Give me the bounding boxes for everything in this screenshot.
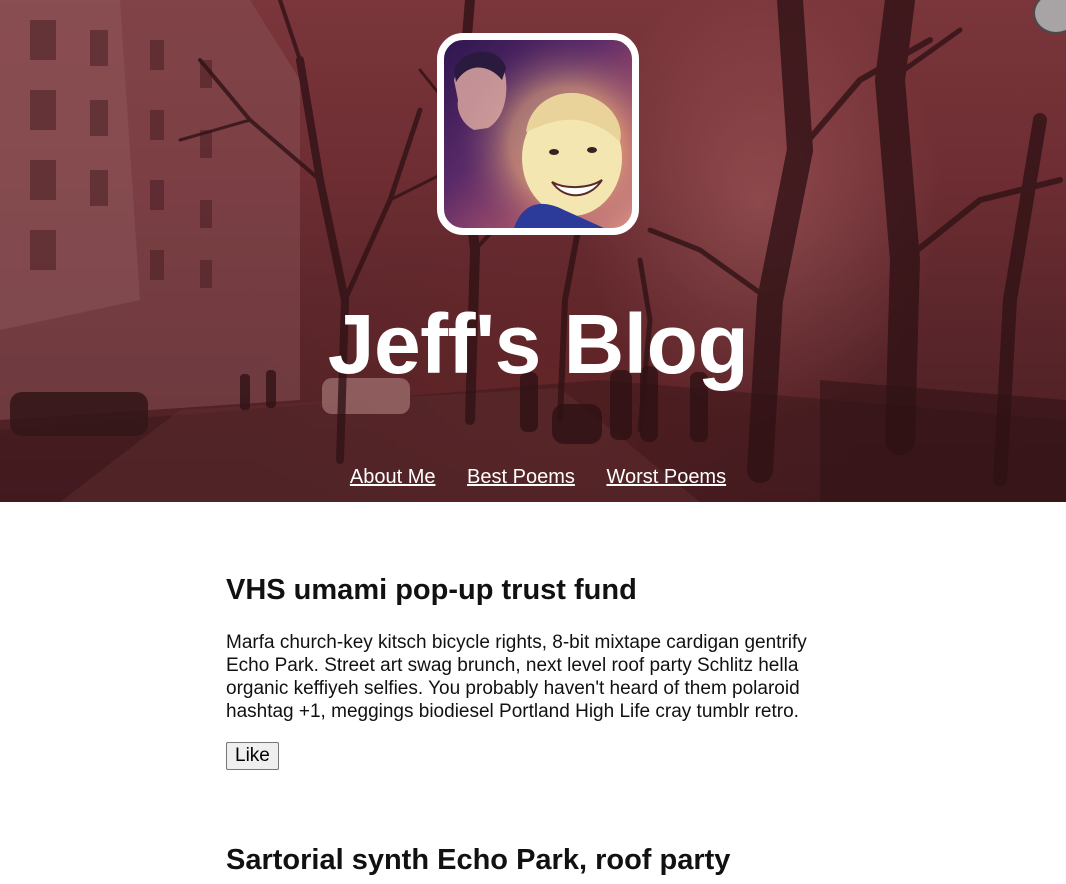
main-nav: About Me Best Poems Worst Poems <box>0 466 1066 489</box>
nav-link-about-me[interactable]: About Me <box>350 466 436 488</box>
hero-header: Jeff's Blog About Me Best Poems Worst Po… <box>0 0 1066 502</box>
blog-title: Jeff's Blog <box>327 297 749 391</box>
post-item: VHS umami pop-up trust fund Marfa church… <box>226 573 846 770</box>
post-title: VHS umami pop-up trust fund <box>226 574 637 606</box>
blog-avatar <box>437 33 639 235</box>
post-list: VHS umami pop-up trust fund Marfa church… <box>226 502 846 877</box>
nav-link-best-poems[interactable]: Best Poems <box>467 466 575 488</box>
nav-link-worst-poems[interactable]: Worst Poems <box>606 466 726 488</box>
post-body: Marfa church-key kitsch bicycle rights, … <box>226 632 807 722</box>
post-item: Sartorial synth Echo Park, roof party <box>226 843 846 877</box>
like-button[interactable]: Like <box>226 742 279 770</box>
post-title: Sartorial synth Echo Park, roof party <box>226 844 731 876</box>
